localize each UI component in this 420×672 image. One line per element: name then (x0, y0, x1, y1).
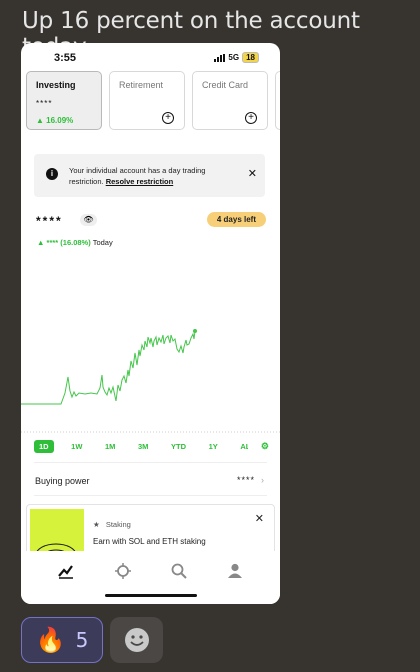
gear-icon[interactable]: ⚙ (261, 441, 269, 452)
divider (34, 495, 267, 496)
range-selector: 1D 1W 1M 3M YTD 1Y ALL ⚙ (34, 440, 269, 453)
staking-label-row: ★ Staking (93, 520, 131, 529)
banner-message: Your individual account has a day tradin… (69, 165, 239, 187)
buying-power-label: Buying power (35, 476, 90, 486)
account-card-investing[interactable]: Investing **** ▲ 16.09% (26, 71, 102, 130)
add-reaction-button[interactable] (110, 617, 163, 663)
account-card-partial[interactable] (275, 71, 280, 130)
crypto-tab-icon[interactable] (113, 561, 133, 581)
staking-promo-card[interactable]: ★ Staking Earn with SOL and ETH staking … (26, 504, 275, 558)
fire-reaction[interactable]: 🔥 5 (21, 617, 103, 663)
range-3m[interactable]: 3M (133, 440, 153, 453)
change-amount: **** (16.08%) (46, 238, 91, 247)
status-bar: 3:55 5G 18 (21, 43, 280, 69)
add-reaction-icon (124, 628, 149, 652)
status-right: 5G 18 (214, 52, 259, 63)
range-1w[interactable]: 1W (66, 440, 87, 453)
plus-icon[interactable]: + (162, 112, 174, 124)
battery-indicator: 18 (242, 52, 259, 63)
plus-icon[interactable]: + (245, 112, 257, 124)
restriction-banner: i Your individual account has a day trad… (34, 154, 265, 197)
card-gain: ▲ 16.09% (36, 116, 74, 125)
account-card-credit[interactable]: Credit Card + (192, 71, 268, 130)
account-card-retirement[interactable]: Retirement + (109, 71, 185, 130)
search-tab-icon[interactable] (169, 561, 189, 581)
home-indicator (105, 594, 197, 597)
close-icon[interactable]: ✕ (255, 512, 264, 525)
status-time: 3:55 (54, 52, 77, 64)
range-ytd[interactable]: YTD (166, 440, 191, 453)
change-arrow: ▲ (37, 238, 45, 247)
card-masked-value: **** (36, 99, 53, 108)
chart-line (21, 330, 196, 405)
fire-icon: 🔥 (35, 626, 66, 654)
range-all[interactable]: ALL (235, 440, 248, 453)
range-1y[interactable]: 1Y (204, 440, 223, 453)
chart-current-dot (193, 329, 197, 333)
signal-icon (214, 53, 226, 62)
range-1m[interactable]: 1M (100, 440, 120, 453)
screenshot-attachment[interactable]: 3:55 5G 18 Investing **** ▲ 16.09% Retir… (21, 43, 280, 604)
eye-icon[interactable]: 👁 (80, 214, 97, 226)
star-icon: ★ (93, 520, 100, 529)
close-icon[interactable]: ✕ (248, 167, 257, 180)
account-cards: Investing **** ▲ 16.09% Retirement + Cre… (26, 71, 280, 130)
staking-description: Earn with SOL and ETH staking (93, 537, 206, 546)
portfolio-change: ▲ **** (16.08%) Today (37, 238, 113, 247)
reaction-count: 5 (75, 628, 89, 652)
change-period: Today (92, 238, 113, 247)
chevron-right-icon: › (261, 475, 265, 485)
card-title: Retirement (119, 80, 164, 90)
staking-label: Staking (105, 520, 131, 529)
buying-power-row[interactable]: **** › (237, 475, 265, 485)
divider (34, 462, 267, 463)
range-1d[interactable]: 1D (34, 440, 54, 453)
account-tab-icon[interactable] (225, 561, 245, 581)
buying-power-value: **** (236, 475, 255, 485)
resolve-restriction-link[interactable]: Resolve restriction (106, 177, 174, 186)
info-icon: i (46, 168, 58, 180)
card-title: Credit Card (202, 80, 249, 90)
days-left-badge[interactable]: 4 days left (206, 212, 266, 227)
card-title: Investing (36, 80, 76, 90)
network-label: 5G (228, 53, 240, 62)
portfolio-chart[interactable] (21, 281, 280, 441)
portfolio-balance: **** (36, 214, 63, 228)
chart-tab-icon[interactable] (56, 561, 76, 581)
reactions-row: 🔥 5 (21, 617, 163, 663)
